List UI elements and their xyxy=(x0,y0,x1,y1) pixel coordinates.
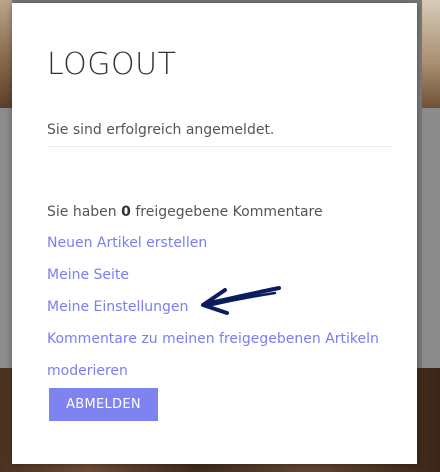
moderate-comments-link-continued[interactable]: moderieren xyxy=(47,363,128,379)
background-overlay xyxy=(422,108,440,368)
modal-title: LOGOUT xyxy=(47,47,177,82)
my-page-link[interactable]: Meine Seite xyxy=(47,267,129,283)
login-status-text: Sie sind erfolgreich angemeldet. xyxy=(47,122,275,138)
logout-modal: LOGOUT Sie sind erfolgreich angemeldet. … xyxy=(12,3,417,464)
background-overlay xyxy=(0,108,12,368)
my-settings-link[interactable]: Meine Einstellungen xyxy=(47,299,188,315)
logout-button[interactable]: ABMELDEN xyxy=(49,388,158,421)
background-photo xyxy=(0,0,12,108)
comments-count: 0 xyxy=(121,204,131,220)
comments-count-text: Sie haben 0 freigegebene Kommentare xyxy=(47,204,323,220)
background-photo xyxy=(422,0,440,108)
moderate-comments-link[interactable]: Kommentare zu meinen freigegebenen Artik… xyxy=(47,331,379,347)
hand-drawn-arrow-icon xyxy=(201,286,281,315)
comments-prefix: Sie haben xyxy=(47,204,122,220)
comments-suffix: freigegebene Kommentare xyxy=(130,204,323,220)
new-article-link[interactable]: Neuen Artikel erstellen xyxy=(47,235,207,251)
divider xyxy=(47,146,392,147)
